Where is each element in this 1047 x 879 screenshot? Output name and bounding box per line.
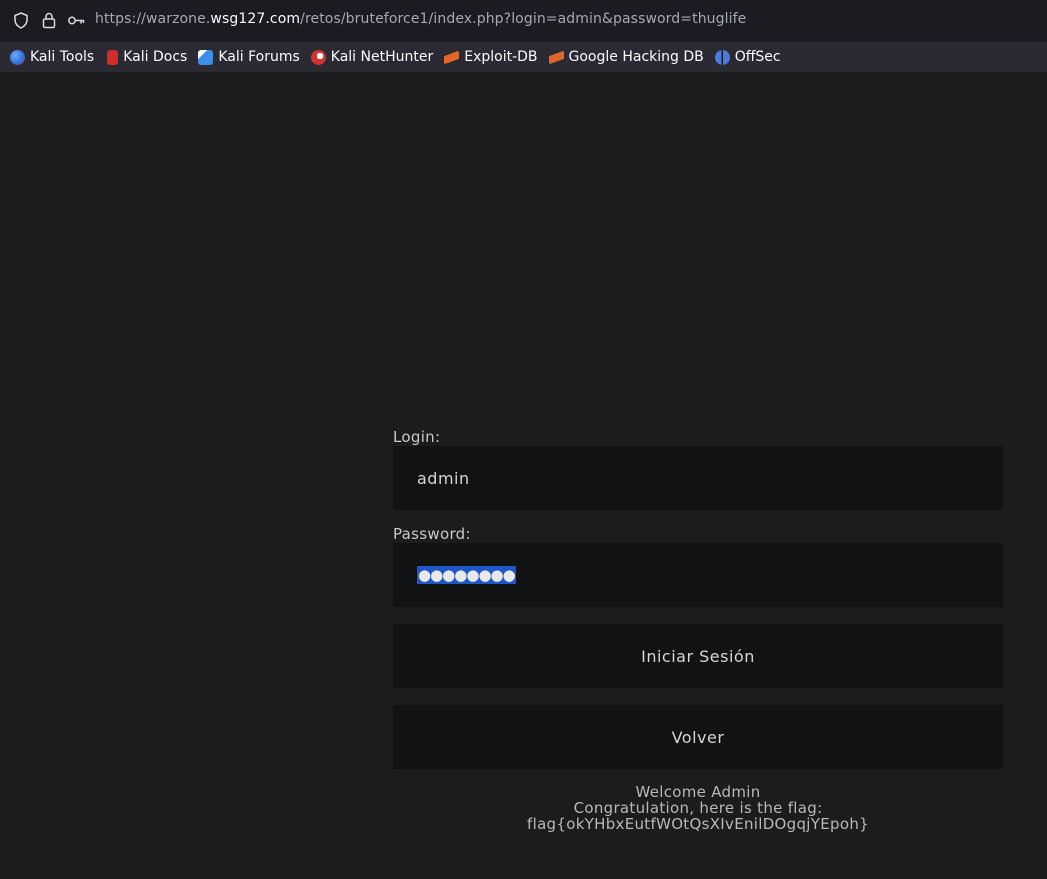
welcome-message: Welcome Admin	[635, 783, 761, 801]
key-icon[interactable]	[67, 11, 85, 29]
bookmark-kali-docs[interactable]: Kali Docs	[105, 49, 187, 65]
shield-icon[interactable]	[12, 11, 30, 29]
bookmark-label: Kali Tools	[30, 49, 95, 65]
bookmark-google-hacking-db[interactable]: Google Hacking DB	[548, 49, 704, 65]
lock-icon[interactable]	[40, 11, 58, 29]
bookmark-label: Kali Forums	[218, 49, 300, 65]
bookmark-label: Kali NetHunter	[330, 49, 434, 65]
bookmark-exploit-db[interactable]: Exploit-DB	[444, 49, 538, 65]
login-input[interactable]: admin	[393, 446, 1003, 510]
password-input[interactable]: ●●●●●●●●	[393, 543, 1003, 607]
google-hacking-db-icon	[548, 49, 564, 65]
kali-docs-icon	[107, 49, 119, 65]
url-path: /retos/bruteforce1/index.php?login=admin…	[300, 11, 747, 27]
offsec-icon	[714, 49, 730, 65]
kali-nethunter-icon	[310, 49, 326, 65]
url-field[interactable]: https://warzone.wsg127.com/retos/brutefo…	[0, 3, 1047, 37]
bookmark-kali-tools[interactable]: Kali Tools	[10, 49, 94, 65]
bookmark-label: OffSec	[734, 49, 781, 65]
bookmark-label: Exploit-DB	[464, 49, 538, 65]
bookmarks-toolbar: Kali Tools Kali Docs Kali Forums Kali Ne…	[0, 42, 1047, 72]
congrats-message: Congratulation, here is the flag:	[573, 799, 823, 817]
bookmark-label: Kali Docs	[123, 49, 188, 65]
kali-tools-icon	[10, 49, 25, 65]
url-host: wsg127.com	[210, 11, 301, 27]
url-bar: https://warzone.wsg127.com/retos/brutefo…	[0, 0, 1047, 42]
bookmark-offsec[interactable]: OffSec	[714, 49, 781, 65]
password-mask: ●●●●●●●●	[417, 566, 516, 584]
login-label: Login:	[393, 428, 441, 446]
bookmark-label: Google Hacking DB	[568, 49, 704, 65]
flag-text: flag{okYHbxEutfWOtQsXIvEnilDOgqjYEpoh}	[527, 815, 869, 833]
exploit-db-icon	[444, 49, 460, 65]
bookmark-kali-nethunter[interactable]: Kali NetHunter	[310, 49, 434, 65]
url-prefix: https://warzone.	[95, 11, 211, 27]
login-button[interactable]: Iniciar Sesión	[393, 624, 1003, 688]
back-button[interactable]: Volver	[393, 705, 1003, 769]
url-text[interactable]: https://warzone.wsg127.com/retos/brutefo…	[95, 11, 746, 27]
login-value: admin	[417, 468, 470, 488]
bookmark-kali-forums[interactable]: Kali Forums	[198, 49, 300, 65]
kali-forums-icon	[198, 49, 214, 65]
password-label: Password:	[393, 525, 471, 543]
